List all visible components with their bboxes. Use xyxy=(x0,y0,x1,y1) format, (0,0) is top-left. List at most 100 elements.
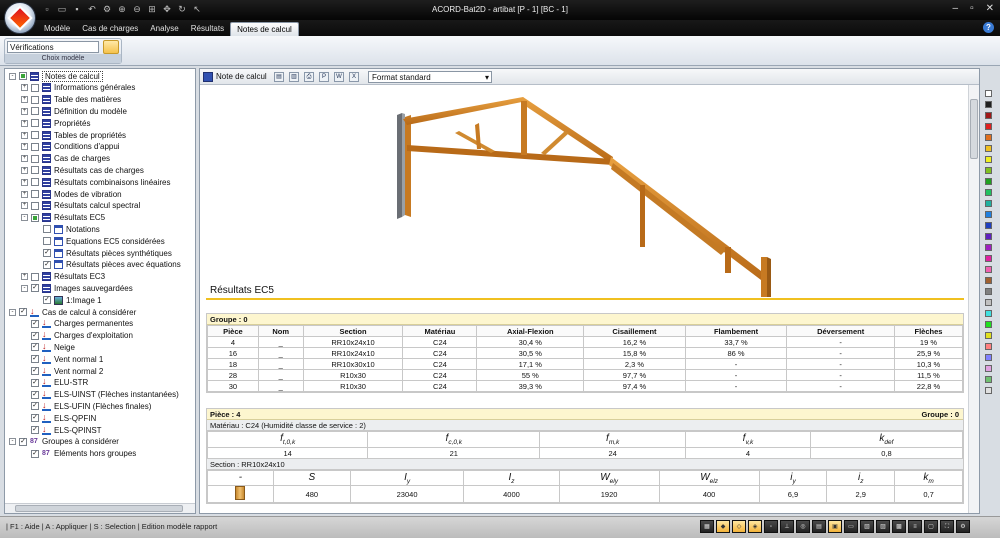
tree-checkbox[interactable]: ✓ xyxy=(31,355,39,364)
tree-checkbox[interactable]: ✓ xyxy=(31,331,39,340)
fullscreen-icon[interactable]: ⛶ xyxy=(940,520,954,533)
help-icon[interactable]: ? xyxy=(983,22,994,33)
tree-checkbox[interactable]: ✓ xyxy=(31,426,39,434)
maximize-icon[interactable]: ▫ xyxy=(970,3,974,14)
expand-icon[interactable]: + xyxy=(21,96,28,104)
tree-item[interactable]: - ✓ 87 Groupes à considérer xyxy=(9,436,119,448)
tree-item[interactable]: ✓ Charges d'exploitation xyxy=(21,329,133,342)
format-select[interactable]: Format standard xyxy=(368,71,492,83)
color-swatch[interactable] xyxy=(985,178,992,185)
expand-icon[interactable]: + xyxy=(21,273,28,281)
expand-icon[interactable]: + xyxy=(21,107,28,115)
color-swatch[interactable] xyxy=(985,200,992,207)
export-pdf-icon[interactable]: P xyxy=(319,72,329,82)
tree-checkbox[interactable]: ✓ xyxy=(43,260,51,269)
tree-checkbox[interactable]: ✓ xyxy=(19,437,27,446)
tree-checkbox[interactable]: ✓ xyxy=(43,296,51,305)
expand-icon[interactable]: + xyxy=(21,155,28,163)
scroll-thumb[interactable] xyxy=(15,505,183,512)
tree-checkbox[interactable]: ✓ xyxy=(31,378,39,387)
snap-middle-icon[interactable]: ◇ xyxy=(732,520,746,533)
tree-checkbox[interactable] xyxy=(31,166,39,175)
color-swatch[interactable] xyxy=(985,299,992,306)
report-vertical-scrollbar[interactable] xyxy=(968,85,979,513)
model-choice-dropdown[interactable]: Vérifications réglementair xyxy=(7,41,99,63)
tree-item[interactable]: + Informations générales xyxy=(21,82,135,94)
tree-item[interactable]: + Définition du modèle xyxy=(21,105,127,117)
tree-item[interactable]: ✓ Vent normal 1 xyxy=(21,353,103,365)
color-swatch[interactable] xyxy=(985,354,992,361)
tree-horizontal-scrollbar[interactable] xyxy=(5,503,195,513)
options-icon[interactable]: ⚙ xyxy=(956,520,970,533)
color-swatch[interactable] xyxy=(985,255,992,262)
color-swatch[interactable] xyxy=(985,387,992,394)
tree-checkbox[interactable]: ✓ xyxy=(31,449,39,458)
snap-node-icon[interactable]: ◆ xyxy=(716,520,730,533)
color-swatch[interactable] xyxy=(985,211,992,218)
color-swatch[interactable] xyxy=(985,266,992,273)
tab-notes-de-calcul[interactable]: Notes de calcul xyxy=(230,22,299,36)
expand-icon[interactable]: + xyxy=(21,143,28,151)
tree-item[interactable]: ✓ 1:Image 1 xyxy=(33,294,102,306)
tree-checkbox[interactable]: ✓ xyxy=(31,284,39,293)
select-mode-icon[interactable]: ▣ xyxy=(828,520,842,533)
page-setup-icon[interactable]: ▥ xyxy=(289,72,299,82)
color-swatch[interactable] xyxy=(985,123,992,130)
tree-checkbox[interactable] xyxy=(31,95,39,104)
color-swatch[interactable] xyxy=(985,332,992,339)
model-choice-button[interactable] xyxy=(103,40,119,54)
color-swatch[interactable] xyxy=(985,244,992,251)
scroll-thumb[interactable] xyxy=(970,99,978,159)
color-swatch[interactable] xyxy=(985,277,992,284)
color-swatch[interactable] xyxy=(985,310,992,317)
tree-checkbox[interactable] xyxy=(31,154,39,163)
grid-toggle-icon[interactable]: ▦ xyxy=(700,520,714,533)
layer-icon[interactable]: ▤ xyxy=(812,520,826,533)
tree-item[interactable]: + Résultats calcul spectral xyxy=(21,200,140,212)
expand-icon[interactable]: + xyxy=(21,119,28,127)
tree-checkbox[interactable]: ✓ xyxy=(31,319,39,328)
expand-icon[interactable]: + xyxy=(21,84,28,92)
tab-cas-de-charges[interactable]: Cas de charges xyxy=(76,22,144,36)
tree-item[interactable]: ✓ ELU-STR xyxy=(21,376,88,389)
tree-item[interactable]: + Résultats EC3 xyxy=(21,271,105,283)
window-layout-icon[interactable]: ▢ xyxy=(924,520,938,533)
tree-item[interactable]: ✓ Charges permanentes xyxy=(21,317,133,330)
snap-end-icon[interactable]: ◈ xyxy=(748,520,762,533)
color-swatch[interactable] xyxy=(985,156,992,163)
tree-checkbox[interactable]: ✓ xyxy=(31,367,39,375)
tree-checkbox[interactable] xyxy=(31,213,39,222)
tree-item[interactable]: ✓ 87 Eléments hors groupes xyxy=(21,448,136,460)
collapse-icon[interactable]: - xyxy=(9,438,16,446)
color-swatch[interactable] xyxy=(985,90,992,97)
tree-item[interactable]: ✓ Neige xyxy=(21,341,75,353)
tree-checkbox[interactable] xyxy=(31,119,39,128)
tree-item[interactable]: + Cas de charges xyxy=(21,153,110,165)
tree-item[interactable]: - ✓ Images sauvegardées xyxy=(21,282,133,294)
tab-mod-le[interactable]: Modèle xyxy=(38,22,76,36)
expand-icon[interactable]: + xyxy=(21,166,28,174)
tree-checkbox[interactable]: ✓ xyxy=(31,414,39,423)
collapse-icon[interactable]: - xyxy=(9,308,16,316)
expand-icon[interactable]: + xyxy=(21,178,28,186)
tree-checkbox[interactable] xyxy=(43,225,51,234)
tree-item[interactable]: ✓ ELS-UINST (Flèches instantanées) xyxy=(21,388,179,401)
tree-item[interactable]: + Conditions d'appui xyxy=(21,141,120,153)
tree-checkbox[interactable]: ✓ xyxy=(31,390,39,399)
expand-icon[interactable]: + xyxy=(21,131,28,139)
expand-icon[interactable]: + xyxy=(21,190,28,198)
color-swatch[interactable] xyxy=(985,167,992,174)
close-icon[interactable]: ✕ xyxy=(986,3,994,14)
view-3d-icon[interactable]: ▧ xyxy=(860,520,874,533)
ortho-icon[interactable]: ⊥ xyxy=(780,520,794,533)
view-render-icon[interactable]: ▨ xyxy=(876,520,890,533)
tab-r-sultats[interactable]: Résultats xyxy=(185,22,230,36)
color-swatch[interactable] xyxy=(985,288,992,295)
tree-checkbox[interactable] xyxy=(43,237,51,246)
tree-item[interactable]: ✓ Résultats pièces avec équations xyxy=(33,259,181,271)
tree-item[interactable]: ✓ ELS-UFIN (Flèches finales) xyxy=(21,400,151,412)
tree-item[interactable]: + Modes de vibration xyxy=(21,188,122,200)
tab-analyse[interactable]: Analyse xyxy=(144,22,184,36)
tree-checkbox[interactable] xyxy=(31,272,39,281)
tree-item[interactable]: + Résultats combinaisons linéaires xyxy=(21,176,171,188)
